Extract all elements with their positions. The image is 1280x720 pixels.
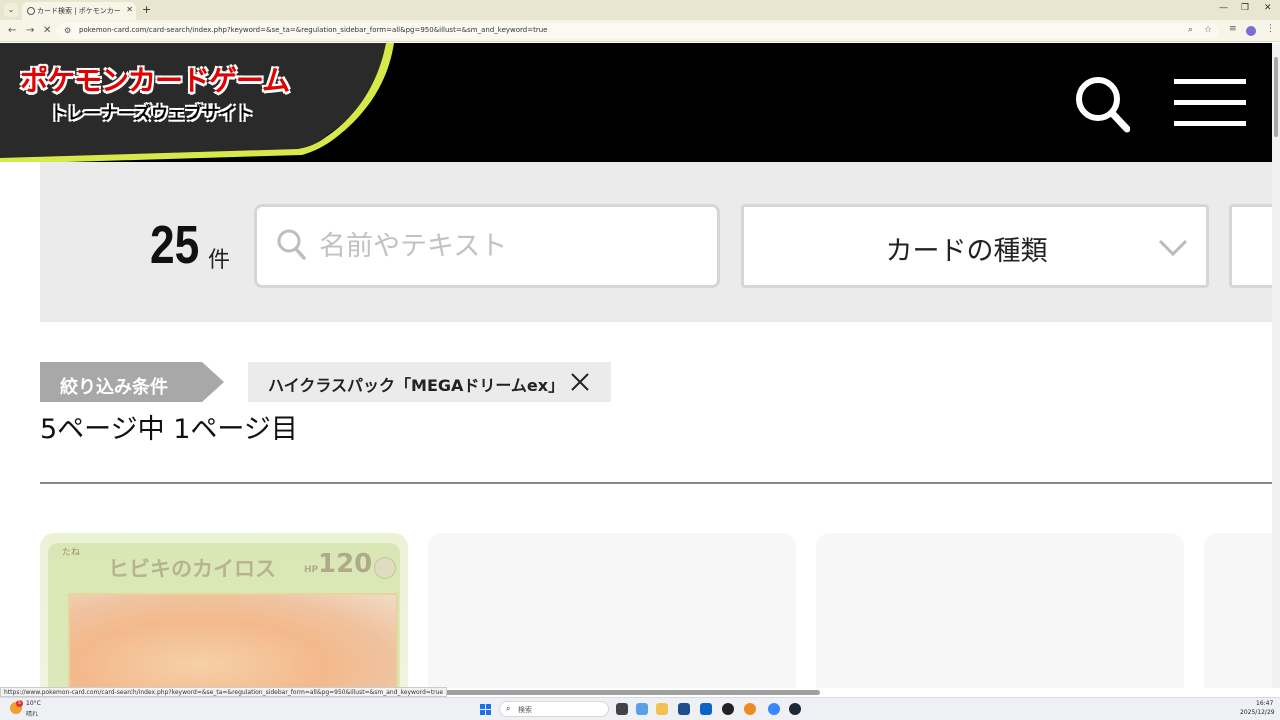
windows-taskbar: 5 10°C 晴れ ⌕ 検索 16:47 2025/12/29 bbox=[0, 697, 1280, 720]
window-restore-icon[interactable]: ❐ bbox=[1241, 3, 1249, 13]
result-count-unit: 件 bbox=[208, 248, 231, 273]
card-tile[interactable]: たね ヒビキのカイロス HP 120 bbox=[40, 533, 408, 688]
taskbar-search-placeholder: 検索 bbox=[518, 706, 532, 714]
card-hp: 120 bbox=[318, 549, 373, 579]
tab-favicon-icon bbox=[27, 7, 35, 15]
header-search-button[interactable] bbox=[1074, 75, 1131, 133]
card-tile-loading[interactable] bbox=[1204, 533, 1272, 688]
window-close-icon[interactable]: ✕ bbox=[1264, 3, 1272, 13]
keyword-search-input[interactable] bbox=[319, 225, 699, 267]
pagination-info: 5ページ中 1ページ目 bbox=[40, 414, 298, 445]
card-tile-loading[interactable] bbox=[428, 533, 796, 688]
page-viewport: ポケモンカードゲーム トレーナーズウェブサイト 25 件 カードの種類 bbox=[0, 43, 1272, 688]
horizontal-scroll-thumb[interactable] bbox=[398, 690, 820, 695]
tab-search-dropdown-icon[interactable]: ⌄ bbox=[4, 3, 18, 17]
menu-bar-icon bbox=[1174, 100, 1246, 105]
menu-bar-icon bbox=[1174, 79, 1246, 84]
search-filter-band: 25 件 カードの種類 bbox=[40, 162, 1272, 322]
chevron-down-icon bbox=[1158, 239, 1188, 257]
site-info-icon[interactable]: ⚙ bbox=[64, 26, 71, 35]
windows-start-icon[interactable] bbox=[480, 704, 491, 715]
card-hp-label: HP bbox=[304, 565, 319, 575]
card-stage: たね bbox=[62, 548, 81, 558]
outlook-icon[interactable] bbox=[700, 703, 712, 715]
site-logo[interactable]: ポケモンカードゲーム bbox=[20, 59, 290, 99]
keyword-search-box[interactable] bbox=[254, 204, 720, 288]
card-artwork bbox=[68, 593, 398, 688]
taskbar-search-box[interactable]: ⌕ 検索 bbox=[499, 701, 609, 717]
card-type-dropdown[interactable]: カードの種類 bbox=[741, 204, 1209, 288]
menu-bar-icon bbox=[1174, 121, 1246, 126]
browser-toolbar: ← → ✕ ⚙ pokemon-card.com/card-search/ind… bbox=[0, 20, 1280, 42]
card-type-label: カードの種類 bbox=[885, 236, 1048, 267]
app-icon[interactable] bbox=[722, 703, 734, 715]
copilot-icon[interactable] bbox=[636, 703, 648, 715]
weather-temperature[interactable]: 10°C bbox=[26, 700, 41, 707]
profile-avatar[interactable] bbox=[1246, 26, 1256, 36]
weather-condition[interactable]: 晴れ bbox=[26, 709, 38, 718]
clock-time[interactable]: 16:47 bbox=[1256, 700, 1273, 707]
clock-date[interactable]: 2025/12/29 bbox=[1240, 709, 1275, 716]
url-text[interactable]: pokemon-card.com/card-search/index.php?k… bbox=[79, 26, 547, 34]
status-bar-url: https://www.pokemon-card.com/card-search… bbox=[0, 687, 448, 697]
browser-menu-icon[interactable]: ⋮ bbox=[1266, 24, 1275, 34]
new-tab-icon[interactable]: + bbox=[142, 3, 151, 16]
forward-arrow-icon[interactable]: → bbox=[26, 25, 34, 36]
notification-badge: 5 bbox=[16, 700, 23, 707]
result-count: 25 bbox=[150, 215, 200, 275]
close-icon[interactable] bbox=[570, 372, 590, 392]
chrome-icon[interactable] bbox=[768, 703, 780, 715]
bookmark-star-icon[interactable]: ☆ bbox=[1204, 25, 1212, 35]
card-tile-loading[interactable] bbox=[816, 533, 1184, 688]
vertical-scroll-thumb[interactable] bbox=[1274, 57, 1278, 137]
site-header: ポケモンカードゲーム トレーナーズウェブサイト bbox=[0, 43, 1272, 162]
extensions-icon[interactable]: ≡ bbox=[1229, 24, 1237, 34]
filter-chip: ハイクラスパック「MEGAドリームex」 bbox=[248, 362, 611, 402]
tab-title: カード検索 | ポケモンカードゲーム公... bbox=[37, 7, 121, 15]
hamburger-menu-button[interactable] bbox=[1174, 79, 1246, 129]
vertical-scrollbar[interactable] bbox=[1272, 43, 1280, 688]
zoom-icon[interactable]: ⌕ bbox=[1188, 25, 1193, 35]
grass-energy-icon bbox=[374, 557, 396, 579]
back-arrow-icon[interactable]: ← bbox=[8, 25, 16, 36]
task-view-icon[interactable] bbox=[616, 703, 628, 715]
browser-tab[interactable]: カード検索 | ポケモンカードゲーム公... ✕ bbox=[22, 2, 136, 20]
window-minimize-icon[interactable]: — bbox=[1219, 3, 1228, 13]
app-icon[interactable] bbox=[744, 703, 756, 715]
stop-loading-icon[interactable]: ✕ bbox=[43, 25, 51, 36]
browser-tab-bar: ⌄ カード検索 | ポケモンカードゲーム公... ✕ + — ❐ ✕ bbox=[0, 0, 1280, 20]
next-filter-dropdown[interactable] bbox=[1229, 204, 1272, 288]
filter-chip-label: ハイクラスパック「MEGAドリームex」 bbox=[268, 376, 565, 395]
steam-icon[interactable] bbox=[789, 703, 801, 715]
search-icon bbox=[277, 229, 306, 260]
filter-conditions-label: 絞り込み条件 bbox=[40, 362, 224, 402]
card-name: ヒビキのカイロス bbox=[108, 557, 276, 581]
section-divider bbox=[40, 482, 1272, 484]
file-explorer-icon[interactable] bbox=[656, 703, 668, 715]
tab-close-icon[interactable]: ✕ bbox=[126, 5, 133, 14]
search-icon bbox=[1076, 77, 1131, 133]
search-icon: ⌕ bbox=[506, 704, 511, 713]
store-icon[interactable] bbox=[678, 703, 690, 715]
site-logo-subtitle: トレーナーズウェブサイト bbox=[50, 104, 254, 124]
filter-conditions-text: 絞り込み条件 bbox=[60, 377, 168, 398]
address-bar[interactable]: ⚙ pokemon-card.com/card-search/index.php… bbox=[56, 23, 1218, 39]
